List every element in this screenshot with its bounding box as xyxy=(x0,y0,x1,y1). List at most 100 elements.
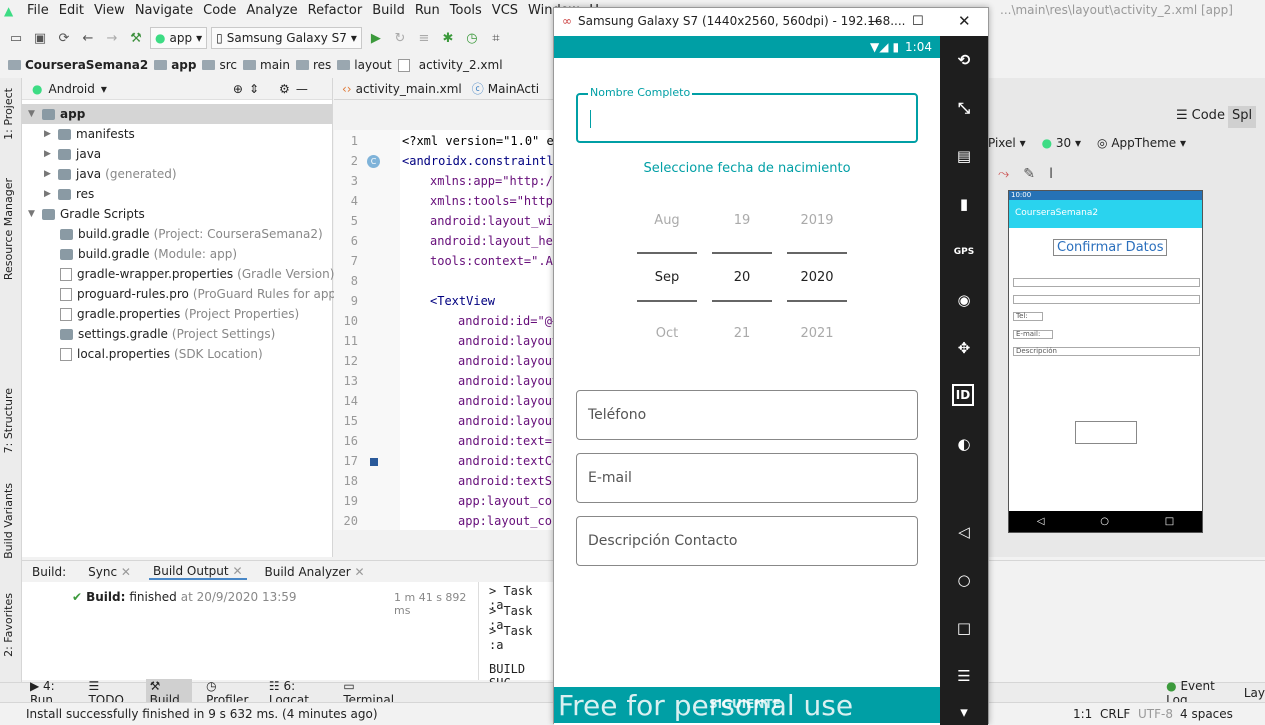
breadcrumb-item[interactable]: src xyxy=(202,58,237,72)
tab-structure[interactable]: 7: Structure xyxy=(2,388,15,453)
api-select[interactable]: ● 30 ▾ xyxy=(1042,136,1081,150)
picker-month-next[interactable]: Oct xyxy=(637,326,697,341)
name-input[interactable]: Nombre Completo xyxy=(576,86,918,143)
picker-month[interactable]: Sep xyxy=(637,270,697,285)
hide-icon[interactable]: — xyxy=(296,82,308,96)
close-icon[interactable]: ✕ xyxy=(354,565,364,579)
layout-preview[interactable]: 10:00 CourseraSemana2 Confirmar Datos Te… xyxy=(1008,190,1203,533)
camera-icon[interactable]: ▤ xyxy=(952,144,976,168)
tree-row-file[interactable]: settings.gradle (Project Settings) xyxy=(22,324,275,344)
project-view-select[interactable]: Android xyxy=(48,82,94,96)
tree-row-file[interactable]: local.properties (SDK Location) xyxy=(22,344,263,364)
tree-row-gradle-scripts[interactable]: ▼ Gradle Scripts xyxy=(22,204,145,224)
collapse-icon[interactable]: ⇕ xyxy=(249,82,259,96)
constraint-icon[interactable]: ⤳ xyxy=(998,166,1009,182)
close-icon[interactable]: ✕ xyxy=(232,564,242,578)
overview-nav-icon[interactable]: □ xyxy=(952,616,976,640)
picker-day-next[interactable]: 21 xyxy=(712,326,772,341)
close-icon[interactable]: ✕ xyxy=(958,12,971,30)
tree-row-file[interactable]: build.gradle (Project: CourseraSemana2) xyxy=(22,224,323,244)
tree-row-file[interactable]: gradle.properties (Project Properties) xyxy=(22,304,299,324)
tab-build-analyzer[interactable]: Build Analyzer ✕ xyxy=(261,565,369,579)
indent-setting[interactable]: 4 spaces xyxy=(1180,707,1233,721)
rotate-icon[interactable]: ⟲ xyxy=(952,48,976,72)
tree-row-res[interactable]: ▶ res xyxy=(22,184,94,204)
menu-refactor[interactable]: Refactor xyxy=(303,0,368,22)
class-gutter-icon[interactable]: C xyxy=(367,155,380,168)
menu-edit[interactable]: Edit xyxy=(54,0,89,22)
description-input[interactable]: Descripción Contacto xyxy=(576,516,918,566)
tab-layout-inspector[interactable]: Lay xyxy=(1244,686,1265,700)
picker-day[interactable]: 20 xyxy=(712,270,772,285)
picker-month-prev[interactable]: Aug xyxy=(637,213,697,228)
tab-project[interactable]: 1: Project xyxy=(2,88,15,140)
fold-icon[interactable]: ⤡ xyxy=(952,96,976,120)
tree-row-file[interactable]: gradle-wrapper.properties (Gradle Version… xyxy=(22,264,334,284)
attach-debugger-icon[interactable]: ⌗ xyxy=(486,28,506,48)
color-swatch-icon[interactable] xyxy=(370,458,378,466)
tab-build-output[interactable]: Build Output ✕ xyxy=(148,564,247,580)
split-view-button[interactable]: Spl xyxy=(1228,106,1257,128)
breadcrumb-item[interactable]: activity_2.xml xyxy=(397,58,503,72)
run-config-select[interactable]: ● app ▾ xyxy=(150,27,208,49)
forward-icon[interactable]: → xyxy=(102,28,122,48)
sync-icon[interactable]: ⟳ xyxy=(54,28,74,48)
siguiente-button[interactable]: SIGUIENTE Free for personal use xyxy=(554,687,940,723)
pixel-select[interactable]: Pixel ▾ xyxy=(988,136,1026,150)
menu-view[interactable]: View xyxy=(89,0,130,22)
dpad-icon[interactable]: ✥ xyxy=(952,336,976,360)
locate-icon[interactable]: ⊕ xyxy=(233,82,243,96)
tab-activity-main[interactable]: ‹› activity_main.xml xyxy=(342,82,462,96)
breadcrumb-item[interactable]: CourseraSemana2 xyxy=(8,58,148,72)
menu-icon[interactable]: ☰ xyxy=(952,664,976,688)
code-editor[interactable]: 1 <?xml version="1.0" en 2 C <androidx.c… xyxy=(334,130,554,530)
tab-sync[interactable]: Sync ✕ xyxy=(84,565,135,579)
breadcrumb-item[interactable]: app xyxy=(154,58,196,72)
menu-tools[interactable]: Tools xyxy=(445,0,487,22)
picker-year[interactable]: 2020 xyxy=(787,270,847,285)
apply-code-icon[interactable]: ≡ xyxy=(414,28,434,48)
phone-input[interactable]: Teléfono xyxy=(576,390,918,440)
line-separator[interactable]: CRLF xyxy=(1100,707,1130,721)
tree-row-manifests[interactable]: ▶ manifests xyxy=(22,124,135,144)
caret-position[interactable]: 1:1 xyxy=(1073,707,1092,721)
battery-icon[interactable]: ▮ xyxy=(952,192,976,216)
picker-year-next[interactable]: 2021 xyxy=(787,326,847,341)
theme-select[interactable]: ◎ AppTheme ▾ xyxy=(1097,136,1186,150)
tree-row-java-generated[interactable]: ▶ java (generated) xyxy=(22,164,177,184)
tab-favorites[interactable]: 2: Favorites xyxy=(2,593,15,657)
breadcrumb-item[interactable]: main xyxy=(243,58,290,72)
run-icon[interactable]: ▶ xyxy=(366,28,386,48)
menu-run[interactable]: Run xyxy=(410,0,445,22)
minimize-icon[interactable]: — xyxy=(868,14,881,29)
tree-row-file[interactable]: proguard-rules.pro (ProGuard Rules for ap… xyxy=(22,284,341,304)
breadcrumb-item[interactable]: layout xyxy=(337,58,392,72)
profile-icon[interactable]: ◷ xyxy=(462,28,482,48)
build-hammer-icon[interactable]: ⚒ xyxy=(126,28,146,48)
menu-code[interactable]: Code xyxy=(198,0,241,22)
email-input[interactable]: E-mail xyxy=(576,453,918,503)
tree-row-app[interactable]: ▼ app xyxy=(22,104,332,124)
menu-navigate[interactable]: Navigate xyxy=(130,0,198,22)
tab-build-variants[interactable]: Build Variants xyxy=(2,483,15,559)
menu-file[interactable]: File xyxy=(22,0,54,22)
breadcrumb-item[interactable]: res xyxy=(295,58,331,72)
build-log[interactable]: > Task :a > Task :a > Task :a BUILD SUC xyxy=(478,582,554,690)
menu-build[interactable]: Build xyxy=(367,0,410,22)
apply-changes-icon[interactable]: ↻ xyxy=(390,28,410,48)
baseline-icon[interactable]: Ⅰ xyxy=(1049,166,1053,182)
magic-wand-icon[interactable]: ✎ xyxy=(1023,166,1035,182)
gps-icon[interactable]: GPS xyxy=(952,240,976,264)
more-chevron-icon[interactable]: ▾ xyxy=(952,700,976,724)
maximize-icon[interactable]: ☐ xyxy=(912,14,924,29)
tree-row-file[interactable]: build.gradle (Module: app) xyxy=(22,244,237,264)
file-encoding[interactable]: UTF-8 xyxy=(1138,707,1173,721)
tree-row-java[interactable]: ▶ java xyxy=(22,144,101,164)
device-select[interactable]: ▯ Samsung Galaxy S7 ▾ xyxy=(211,27,362,49)
build-status-row[interactable]: ✔ Build: finished at 20/9/2020 13:59 xyxy=(72,590,297,604)
close-icon[interactable]: ✕ xyxy=(121,565,131,579)
back-nav-icon[interactable]: ◁ xyxy=(952,520,976,544)
picker-year-prev[interactable]: 2019 xyxy=(787,213,847,228)
menu-analyze[interactable]: Analyze xyxy=(241,0,302,22)
code-view-button[interactable]: ☰ Code xyxy=(1176,108,1225,123)
